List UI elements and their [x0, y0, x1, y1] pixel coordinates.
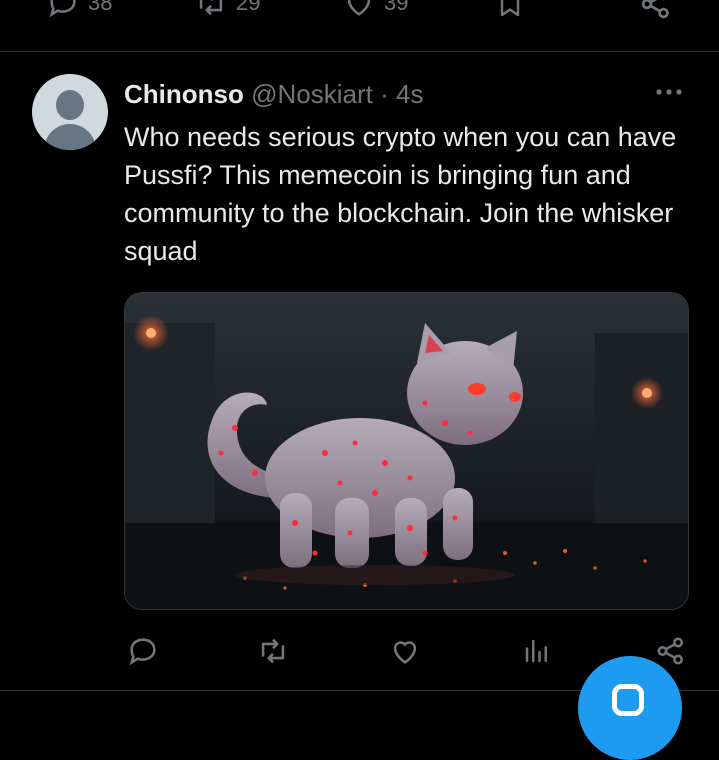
like-count: 39 — [384, 0, 409, 15]
share-icon — [638, 0, 674, 22]
heart-icon — [342, 0, 376, 20]
reply-button[interactable]: 38 — [46, 0, 112, 20]
avatar-body-shape — [44, 124, 96, 150]
tweet-text: Who needs serious crypto when you can ha… — [124, 122, 677, 266]
share-button[interactable] — [638, 0, 674, 22]
views-icon — [522, 634, 552, 668]
avatar[interactable] — [32, 74, 108, 150]
like-button[interactable] — [388, 634, 422, 668]
bookmark-icon — [494, 0, 526, 20]
repost-icon — [194, 0, 228, 20]
compose-button[interactable] — [578, 656, 682, 760]
tweet-header: Chinonso @Noskiart · 4s — [124, 79, 423, 109]
repost-count: 29 — [236, 0, 261, 15]
avatar-head-shape — [56, 90, 84, 120]
user-handle[interactable]: @Noskiart — [251, 79, 373, 109]
share-icon — [654, 634, 688, 668]
tweet-media[interactable] — [124, 292, 689, 610]
reply-count: 38 — [88, 0, 113, 15]
tweet-divider — [0, 51, 719, 52]
display-name[interactable]: Chinonso — [124, 79, 244, 109]
repost-button[interactable] — [256, 634, 290, 668]
bookmark-button[interactable] — [494, 0, 526, 20]
reply-button[interactable] — [126, 634, 160, 668]
more-options-button[interactable] — [654, 86, 684, 98]
compose-icon — [612, 684, 644, 716]
previous-tweet-action-bar: 38 29 39 — [0, 0, 719, 50]
header-separator: · — [380, 79, 389, 109]
reply-icon — [126, 634, 160, 668]
heart-icon — [388, 634, 422, 668]
glowing-cat-image — [125, 293, 688, 609]
views-button[interactable] — [522, 634, 552, 668]
more-icon — [654, 86, 684, 98]
repost-icon — [256, 634, 290, 668]
tweet-timestamp[interactable]: 4s — [396, 79, 423, 109]
repost-button[interactable]: 29 — [194, 0, 260, 20]
like-button[interactable]: 39 — [342, 0, 408, 20]
share-button[interactable] — [654, 634, 688, 668]
reply-icon — [46, 0, 80, 20]
